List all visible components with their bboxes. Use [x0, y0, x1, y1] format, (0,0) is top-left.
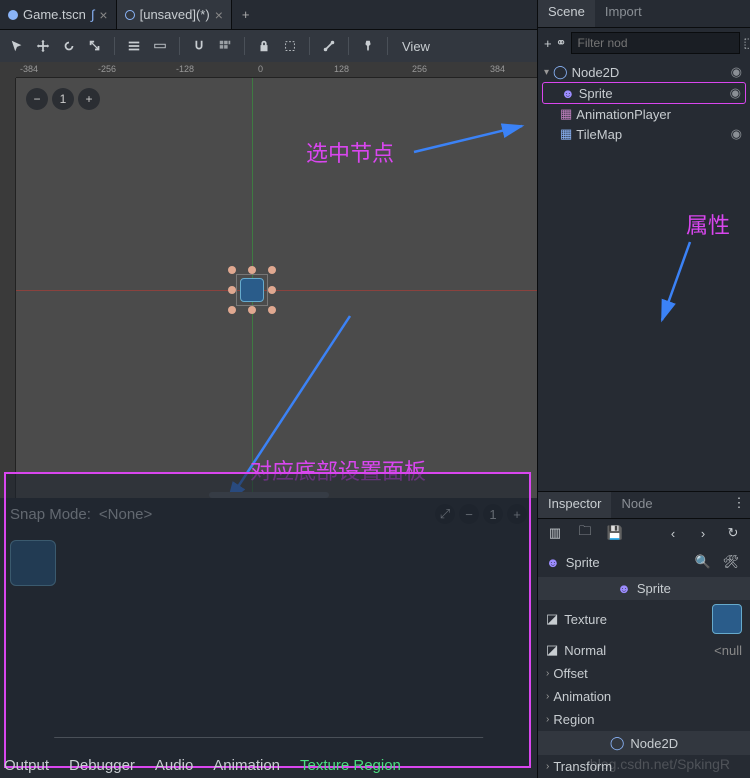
chevron-down-icon: ▾ [544, 67, 549, 78]
zoom-controls: − 1 + [26, 88, 100, 110]
tree-root[interactable]: ▾ ◯ Node2D ◉ [542, 62, 746, 82]
add-tab-button[interactable]: + [232, 0, 260, 29]
history-back-icon[interactable]: ‹ [662, 522, 684, 544]
tilemap-icon: ▦ [560, 126, 572, 142]
close-icon[interactable]: × [215, 7, 223, 23]
history-fwd-icon[interactable]: › [692, 522, 714, 544]
link-node-button[interactable]: ⚭ [556, 32, 567, 54]
bone-tool-icon[interactable] [318, 35, 340, 57]
bottom-panel: Snap Mode: <None> ⤢ − 1 + Output Debugge… [0, 498, 537, 778]
node2d-icon: ◯ [610, 735, 625, 751]
scene-dot-icon [8, 10, 18, 20]
zoom-reset-button[interactable]: 1 [52, 88, 74, 110]
snap-tool-icon[interactable] [188, 35, 210, 57]
parent-class-header[interactable]: ◯ Node2D [538, 731, 750, 755]
rotate-tool-icon[interactable] [58, 35, 80, 57]
history-icon[interactable]: ↻ [722, 522, 744, 544]
annotation-properties: 属性 [686, 208, 730, 240]
section-offset[interactable]: ›Offset [538, 662, 750, 685]
tab-audio[interactable]: Audio [155, 757, 193, 774]
tools-icon[interactable]: 🛠 [720, 551, 742, 573]
ruler-vertical [0, 78, 16, 498]
watermark: blog.csdn.net/SpkingR [590, 756, 730, 772]
x-axis [16, 290, 537, 291]
list-tool-icon[interactable] [123, 35, 145, 57]
tab-animation[interactable]: Animation [213, 757, 280, 774]
section-region[interactable]: ›Region [538, 708, 750, 731]
new-resource-icon[interactable]: ▥ [544, 522, 566, 544]
scene-tree: ▾ ◯ Node2D ◉ ☻ Sprite ◉ ▦ AnimationPlaye… [538, 58, 750, 491]
ruler-corner [0, 62, 16, 78]
pin-tool-icon[interactable] [357, 35, 379, 57]
tab-unsaved[interactable]: [unsaved](*) × [117, 0, 232, 29]
close-icon[interactable]: × [99, 7, 107, 23]
ruler-horizontal: -384 -256 -128 0 128 256 384 [16, 62, 537, 78]
sprite-icon: ☻ [617, 581, 631, 596]
tab-inspector[interactable]: Inspector [538, 492, 611, 518]
inspector-tabs: Inspector Node ⋮ [538, 491, 750, 519]
tab-node[interactable]: Node [611, 492, 662, 518]
scale-tool-icon[interactable] [84, 35, 106, 57]
visibility-icon[interactable]: ◉ [731, 64, 742, 80]
menu-dots-icon[interactable]: ⋮ [728, 492, 750, 514]
prop-texture[interactable]: ◪ Texture [538, 600, 750, 638]
tree-node-tilemap[interactable]: ▦ TileMap ◉ [542, 124, 746, 144]
visibility-icon[interactable]: ◉ [731, 126, 742, 142]
section-animation[interactable]: ›Animation [538, 685, 750, 708]
animationplayer-icon: ▦ [560, 106, 572, 122]
tab-texture-region[interactable]: Texture Region [300, 757, 401, 774]
panel-highlight [4, 472, 531, 768]
prop-normal[interactable]: ◪ Normal <null [538, 638, 750, 662]
filter-nodes-input[interactable] [571, 32, 740, 54]
tab-game[interactable]: Game.tscn ∫ × [0, 0, 117, 29]
group-tool-icon[interactable] [279, 35, 301, 57]
sprite-object[interactable] [232, 270, 272, 310]
scene-dock-tabs: Scene Import [538, 0, 750, 28]
script-icon: ∫ [91, 7, 95, 22]
texture-thumb[interactable] [712, 604, 742, 634]
save-resource-icon[interactable]: 💾 [604, 522, 626, 544]
tab-output[interactable]: Output [4, 757, 49, 774]
grid-tool-icon[interactable] [214, 35, 236, 57]
open-resource-icon[interactable]: 🗀 [574, 522, 596, 544]
bottom-dock-tabs: Output Debugger Audio Animation Texture … [4, 757, 401, 774]
lock-tool-icon[interactable] [253, 35, 275, 57]
view-menu[interactable]: View [396, 39, 436, 54]
collapse-tree-button[interactable]: ⬚ [744, 32, 750, 54]
annotation-select-node: 选中节点 [306, 136, 394, 168]
select-tool-icon[interactable] [6, 35, 28, 57]
scene-tabs: Game.tscn ∫ × [unsaved](*) × + [0, 0, 537, 30]
sprite-icon: ☻ [546, 555, 560, 570]
object-icon: ◪ [546, 642, 558, 658]
zoom-in-button[interactable]: + [78, 88, 100, 110]
visibility-icon[interactable]: ◉ [730, 85, 741, 101]
ruler-tool-icon[interactable] [149, 35, 171, 57]
tree-node-animplayer[interactable]: ▦ AnimationPlayer [542, 104, 746, 124]
scene-dot-icon [125, 10, 135, 20]
tab-import[interactable]: Import [595, 0, 652, 27]
tree-node-sprite[interactable]: ☻ Sprite ◉ [542, 82, 746, 104]
add-node-button[interactable]: + [544, 32, 552, 54]
class-header[interactable]: ☻ Sprite [538, 577, 750, 600]
object-icon: ◪ [546, 611, 558, 627]
move-tool-icon[interactable] [32, 35, 54, 57]
viewport-2d: -384 -256 -128 0 128 256 384 − 1 + [0, 62, 537, 498]
node2d-icon: ◯ [553, 64, 568, 80]
tab-label: Game.tscn [23, 7, 86, 22]
inspector-node-name: Sprite [566, 555, 686, 570]
tab-debugger[interactable]: Debugger [69, 757, 135, 774]
zoom-out-button[interactable]: − [26, 88, 48, 110]
tab-label: [unsaved](*) [140, 7, 210, 22]
sprite-icon: ☻ [561, 86, 575, 101]
search-icon[interactable]: 🔍 [692, 551, 714, 573]
editor-toolbar: View [0, 30, 537, 62]
tab-scene[interactable]: Scene [538, 0, 595, 27]
